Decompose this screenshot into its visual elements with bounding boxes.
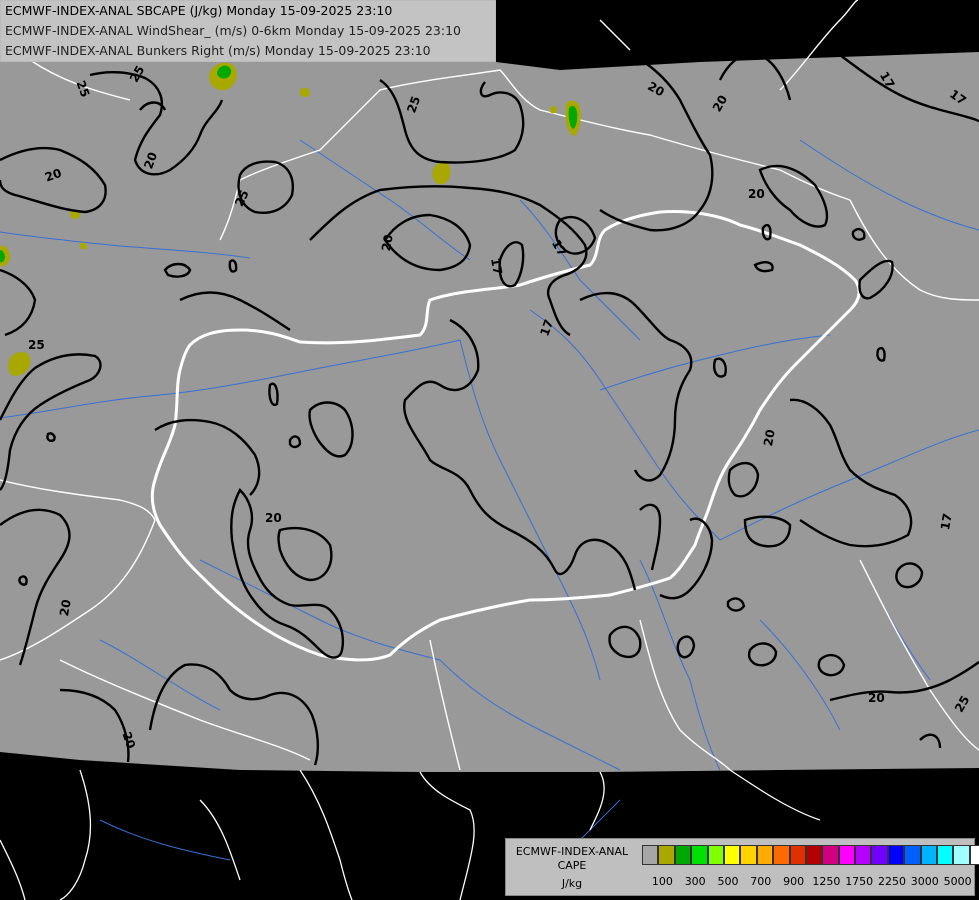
- legend-tick-label: 2250: [878, 875, 906, 888]
- contour-label: 20: [868, 691, 885, 705]
- contour-label: 20: [748, 187, 765, 201]
- legend-tick-label: 900: [783, 875, 805, 888]
- legend-tick-label: 5000: [943, 875, 972, 888]
- contour-label: 20: [761, 428, 778, 447]
- legend-swatch: [822, 845, 839, 865]
- legend-tick-label: 100: [651, 875, 673, 888]
- legend-unit: J/kg: [561, 877, 583, 890]
- legend-swatch: [674, 845, 692, 865]
- legend-tick-label: 700: [750, 875, 772, 888]
- legend-swatch: [773, 845, 790, 865]
- legend-swatch: [723, 845, 741, 865]
- legend-swatch: [855, 845, 872, 865]
- legend-ticks: 100 300 500 700 900 1250 1750 2250 3000 5000: [642, 875, 972, 889]
- legend-swatch: [838, 845, 856, 865]
- legend-swatch: [953, 845, 970, 865]
- legend-parameter: CAPE: [557, 859, 587, 872]
- legend-swatch: [937, 845, 954, 865]
- legend-swatch: [871, 845, 888, 865]
- weather-map: 25 25 25 25 20 20 20 20 20 20 20 20 20 2…: [0, 0, 979, 900]
- contour-label: 20: [57, 598, 74, 617]
- title-windshear: ECMWF-INDEX-ANAL WindShear_ (m/s) 0-6km …: [5, 23, 461, 38]
- legend-swatch: [904, 845, 921, 865]
- legend-product: ECMWF-INDEX-ANAL: [515, 845, 629, 858]
- legend-swatch: [805, 845, 823, 865]
- contour-label: 17: [488, 257, 505, 276]
- legend-tick-label: 1250: [812, 875, 841, 888]
- legend-tick-label: 300: [684, 875, 706, 888]
- legend-swatch: [707, 845, 724, 865]
- legend-swatch: [642, 845, 659, 865]
- cape-legend: ECMWF-INDEX-ANAL CAPE J/kg 100 300 500 700 9…: [505, 838, 979, 896]
- legend-swatches: [642, 845, 979, 865]
- legend-tick-label: 1750: [845, 875, 874, 888]
- contour-label: 17: [938, 512, 955, 531]
- title-box: ECMWF-INDEX-ANAL SBCAPE (J/kg) Monday 15…: [0, 0, 496, 62]
- title-bunkers: ECMWF-INDEX-ANAL Bunkers Right (m/s) Mon…: [5, 43, 431, 58]
- legend-swatch: [691, 845, 708, 865]
- title-sbcape: ECMWF-INDEX-ANAL SBCAPE (J/kg) Monday 15…: [5, 3, 393, 18]
- contour-label: 25: [28, 338, 45, 352]
- legend-swatch: [969, 845, 979, 865]
- legend-tick-label: 500: [717, 875, 739, 888]
- legend-swatch: [756, 845, 774, 865]
- legend-swatch: [920, 845, 938, 865]
- legend-swatch: [789, 845, 806, 865]
- contour-label: 20: [265, 511, 282, 525]
- legend-tick-label: 3000: [910, 875, 939, 888]
- contour-label: 20: [379, 233, 396, 252]
- legend-swatch: [658, 845, 675, 865]
- legend-swatch: [740, 845, 757, 865]
- legend-swatch: [887, 845, 905, 865]
